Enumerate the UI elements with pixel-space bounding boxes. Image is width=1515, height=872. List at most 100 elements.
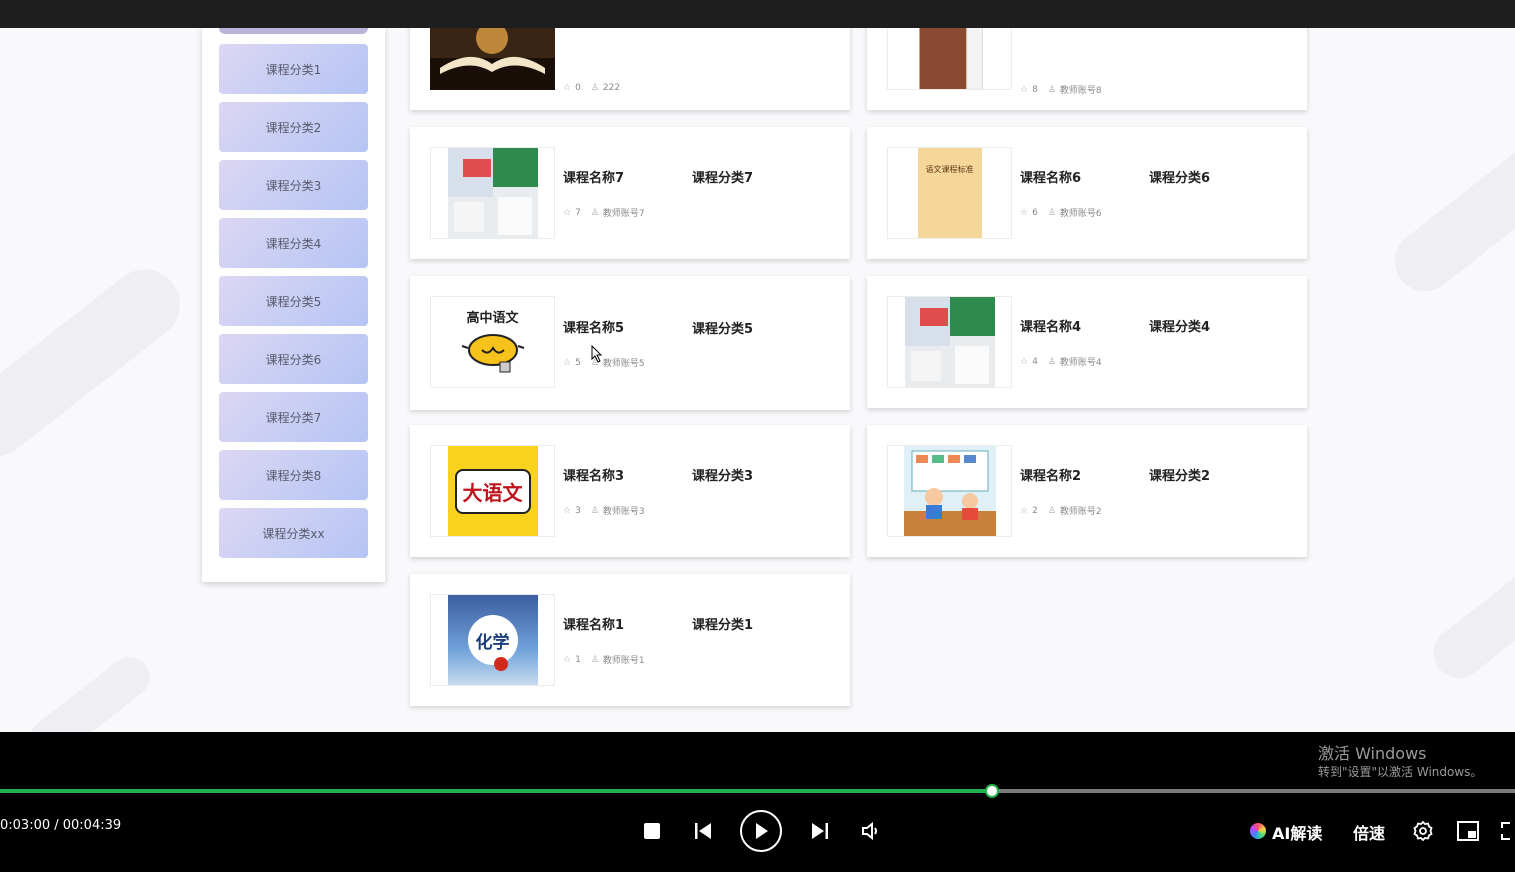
teacher-account: 教师账号4 xyxy=(1059,358,1102,368)
windows-activation-subtitle: 转到"设置"以激活 Windows。 xyxy=(1318,765,1483,779)
ai-interpret-button[interactable]: AI解读 xyxy=(1272,820,1322,844)
sidebar-item-active[interactable] xyxy=(219,28,368,34)
top-bar xyxy=(0,0,1515,28)
star-icon: ☆ xyxy=(563,357,572,368)
fullscreen-button[interactable] xyxy=(1500,820,1515,842)
star-icon: ☆ xyxy=(563,83,572,93)
user-icon: ♙ xyxy=(1047,84,1056,95)
star-icon: ☆ xyxy=(1020,207,1029,218)
user-icon: ♙ xyxy=(590,505,599,516)
course-card[interactable]: 语文课程标准 课程名称6 课程分类6 ☆ 6 ♙ 教师账号6 xyxy=(867,127,1307,259)
picture-in-picture-icon xyxy=(1457,821,1479,841)
sidebar-item-category-2[interactable]: 课程分类2 xyxy=(219,102,368,152)
course-meta: ☆ 8 ♙ 教师账号8 xyxy=(1020,83,1102,97)
course-category: 课程分类6 xyxy=(1149,171,1211,186)
video-player-controls: 激活 Windows 转到"设置"以激活 Windows。 0:03:00 / … xyxy=(0,732,1515,872)
star-count: 7 xyxy=(575,207,581,218)
background-stripe xyxy=(1382,132,1515,304)
star-icon: ☆ xyxy=(563,505,572,516)
course-thumbnail: 化学 xyxy=(430,594,555,686)
course-name[interactable]: 课程名称2 xyxy=(1020,465,1081,484)
course-meta: ☆ 1 ♙ 教师账号1 xyxy=(563,653,645,667)
course-meta: ☆ 3 ♙ 教师账号3 xyxy=(563,504,645,518)
mouse-cursor-icon xyxy=(591,345,603,363)
sidebar-item-category-4[interactable]: 课程分类4 xyxy=(219,218,368,268)
gear-icon xyxy=(1413,820,1433,842)
star-count: 2 xyxy=(1032,505,1038,516)
category-sidebar: 课程分类1 课程分类2 课程分类3 课程分类4 课程分类5 课程分类6 课程分类… xyxy=(202,28,385,582)
course-meta: ☆ 0 ♙ 222 xyxy=(563,83,620,93)
course-page: 课程分类1 课程分类2 课程分类3 课程分类4 课程分类5 课程分类6 课程分类… xyxy=(0,28,1515,732)
star-icon: ☆ xyxy=(563,207,572,218)
course-category: 课程分类5 xyxy=(692,322,754,337)
teacher-account: 教师账号2 xyxy=(1059,507,1102,517)
star-icon: ☆ xyxy=(1020,505,1029,516)
star-count: 5 xyxy=(575,357,581,368)
teacher-account: 教师账号5 xyxy=(602,359,645,369)
course-name[interactable]: 课程名称7 xyxy=(563,167,624,186)
stop-icon xyxy=(644,823,660,839)
user-icon: ♙ xyxy=(590,83,599,93)
star-icon: ☆ xyxy=(1020,356,1029,367)
star-count: 1 xyxy=(575,654,581,665)
star-count: 6 xyxy=(1032,207,1038,218)
lightbulb-icon xyxy=(461,334,524,373)
background-stripe xyxy=(1423,537,1515,689)
course-card[interactable]: 化学 课程名称1 课程分类1 ☆ 1 ♙ 教师账号1 xyxy=(410,574,850,706)
cover-title: 化学 xyxy=(475,632,510,653)
course-name[interactable]: 课程名称4 xyxy=(1020,316,1081,335)
play-button[interactable] xyxy=(740,810,782,852)
picture-in-picture-button[interactable] xyxy=(1457,820,1479,842)
course-name[interactable]: 课程名称5 xyxy=(563,317,624,336)
user-icon: ♙ xyxy=(1047,505,1056,516)
next-button[interactable] xyxy=(809,821,831,841)
previous-button[interactable] xyxy=(692,821,714,841)
playback-speed-button[interactable]: 倍速 xyxy=(1353,820,1385,844)
course-card[interactable]: 课程名称2 课程分类2 ☆ 2 ♙ 教师账号2 xyxy=(867,425,1307,557)
background-stripe xyxy=(22,649,158,732)
windows-activation-title: 激活 Windows xyxy=(1318,744,1427,763)
user-icon: ♙ xyxy=(1047,356,1056,367)
volume-button[interactable] xyxy=(859,820,881,842)
course-thumbnail xyxy=(887,296,1012,388)
stop-button[interactable] xyxy=(642,821,662,841)
course-name[interactable]: 课程名称3 xyxy=(563,465,624,484)
sidebar-item-category-5[interactable]: 课程分类5 xyxy=(219,276,368,326)
book-cover: 化学 xyxy=(447,595,538,685)
course-card[interactable]: ☆ 8 ♙ 教师账号8 xyxy=(867,28,1307,110)
book-cover: 语文课程标准 xyxy=(917,148,982,238)
book-cover: 大语文 xyxy=(447,446,538,536)
course-meta: ☆ 6 ♙ 教师账号6 xyxy=(1020,206,1102,220)
sidebar-item-category-8[interactable]: 课程分类8 xyxy=(219,450,368,500)
course-category: 课程分类2 xyxy=(1149,469,1211,484)
course-card[interactable]: 课程名称7 课程分类7 ☆ 7 ♙ 教师账号7 xyxy=(410,127,850,259)
teacher-account: 教师账号1 xyxy=(602,656,645,666)
skip-next-icon xyxy=(812,823,828,839)
star-icon: ☆ xyxy=(563,654,572,665)
play-icon xyxy=(756,823,768,839)
settings-button[interactable] xyxy=(1412,820,1434,842)
star-count: 0 xyxy=(575,83,581,93)
course-name[interactable]: 课程名称1 xyxy=(563,614,624,633)
star-icon: ☆ xyxy=(1020,84,1029,95)
teacher-account: 教师账号7 xyxy=(602,209,645,219)
course-card[interactable]: 高中语文 课程名称5 课程分类5 ☆ 5 ♙ 教师账号5 xyxy=(410,276,850,410)
course-thumbnail: 语文课程标准 xyxy=(887,147,1012,239)
progress-handle[interactable] xyxy=(985,784,1000,798)
course-name[interactable]: 课程名称6 xyxy=(1020,167,1081,186)
sidebar-item-category-1[interactable]: 课程分类1 xyxy=(219,44,368,94)
course-card[interactable]: 大语文 课程名称3 课程分类3 ☆ 3 ♙ 教师账号3 xyxy=(410,425,850,557)
course-card[interactable]: ☆ 0 ♙ 222 xyxy=(410,28,850,110)
course-card[interactable]: 课程名称4 课程分类4 ☆ 4 ♙ 教师账号4 xyxy=(867,276,1307,408)
sidebar-item-category-3[interactable]: 课程分类3 xyxy=(219,160,368,210)
course-meta: ☆ 7 ♙ 教师账号7 xyxy=(563,206,645,220)
course-thumbnail xyxy=(430,28,555,90)
progress-fill xyxy=(0,789,993,793)
cover-title: 语文课程标准 xyxy=(925,165,974,174)
sidebar-item-category-6[interactable]: 课程分类6 xyxy=(219,334,368,384)
teacher-account: 教师账号6 xyxy=(1059,209,1102,219)
sidebar-item-category-xx[interactable]: 课程分类xx xyxy=(219,508,368,558)
background-stripe xyxy=(0,255,194,471)
star-count: 8 xyxy=(1032,84,1038,95)
sidebar-item-category-7[interactable]: 课程分类7 xyxy=(219,392,368,442)
